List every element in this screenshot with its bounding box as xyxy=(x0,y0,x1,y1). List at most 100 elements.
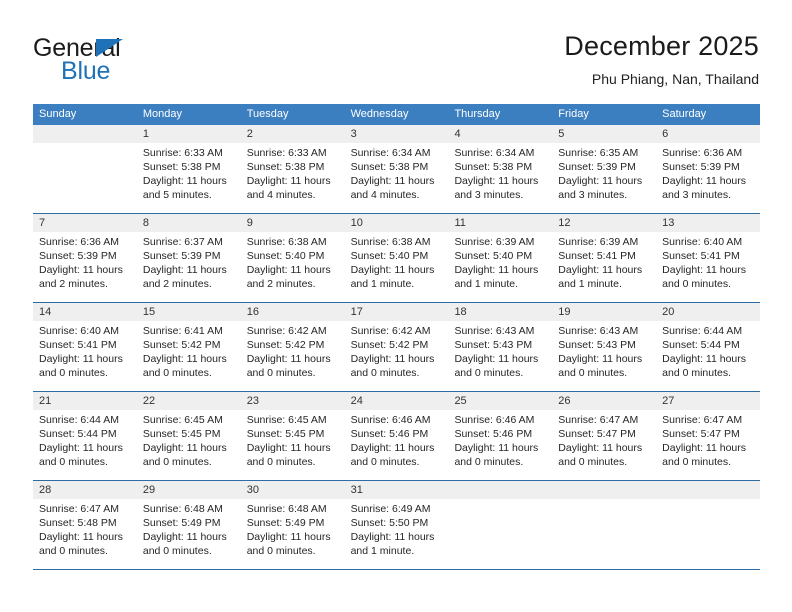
daylight-text-line1: Daylight: 11 hours xyxy=(350,442,435,454)
day-cell: Sunrise: 6:36 AM Sunset: 5:39 PM Dayligh… xyxy=(33,232,137,302)
daylight-text-line1: Daylight: 11 hours xyxy=(558,175,643,187)
day-cell: Sunrise: 6:43 AM Sunset: 5:43 PM Dayligh… xyxy=(552,321,656,391)
sunrise-text: Sunrise: 6:38 AM xyxy=(350,236,431,248)
day-cell: Sunrise: 6:42 AM Sunset: 5:42 PM Dayligh… xyxy=(241,321,345,391)
day-cell: Sunrise: 6:38 AM Sunset: 5:40 PM Dayligh… xyxy=(241,232,345,302)
weekday-header-monday: Monday xyxy=(142,108,182,120)
day-cell: Sunrise: 6:44 AM Sunset: 5:44 PM Dayligh… xyxy=(33,410,137,480)
sunset-text: Sunset: 5:39 PM xyxy=(662,161,740,173)
day-cell: Sunrise: 6:48 AM Sunset: 5:49 PM Dayligh… xyxy=(241,499,345,569)
sunset-text: Sunset: 5:45 PM xyxy=(142,428,221,440)
sunrise-text: Sunrise: 6:42 AM xyxy=(350,325,431,337)
daylight-text-line2: and 2 minutes. xyxy=(39,278,108,290)
daylight-text-line1: Daylight: 11 hours xyxy=(662,353,747,365)
week-detail-row: Sunrise: 6:33 AM Sunset: 5:38 PM Dayligh… xyxy=(33,143,760,213)
day-cell: Sunrise: 6:48 AM Sunset: 5:49 PM Dayligh… xyxy=(137,499,241,569)
day-number: 21 xyxy=(39,395,52,407)
sunset-text: Sunset: 5:44 PM xyxy=(662,339,740,351)
sunrise-text: Sunrise: 6:44 AM xyxy=(39,414,119,426)
daylight-text-line2: and 0 minutes. xyxy=(39,367,108,379)
daylight-text-line2: and 0 minutes. xyxy=(39,456,108,468)
day-number: 13 xyxy=(662,217,675,229)
day-number: 30 xyxy=(246,484,259,496)
day-cell: Sunrise: 6:43 AM Sunset: 5:43 PM Dayligh… xyxy=(448,321,552,391)
daylight-text-line1: Daylight: 11 hours xyxy=(39,264,123,276)
sunset-text: Sunset: 5:49 PM xyxy=(142,517,221,529)
sunrise-text: Sunrise: 6:33 AM xyxy=(142,147,223,159)
sunset-text: Sunset: 5:42 PM xyxy=(350,339,429,351)
daylight-text-line1: Daylight: 11 hours xyxy=(246,175,331,187)
week-detail-row: Sunrise: 6:44 AM Sunset: 5:44 PM Dayligh… xyxy=(33,410,760,480)
sunset-text: Sunset: 5:47 PM xyxy=(558,428,636,440)
daylight-text-line1: Daylight: 11 hours xyxy=(350,264,435,276)
daylight-text-line2: and 0 minutes. xyxy=(454,456,524,468)
sunset-text: Sunset: 5:38 PM xyxy=(454,161,533,173)
page-header: General Blue December 2025 Phu Phiang, N… xyxy=(0,0,792,104)
daylight-text-line1: Daylight: 11 hours xyxy=(142,264,227,276)
daylight-text-line2: and 0 minutes. xyxy=(246,545,316,557)
daylight-text-line1: Daylight: 11 hours xyxy=(662,175,747,187)
sunset-text: Sunset: 5:38 PM xyxy=(350,161,429,173)
sunrise-text: Sunrise: 6:43 AM xyxy=(454,325,535,337)
day-number: 5 xyxy=(558,128,565,140)
day-cell: Sunrise: 6:33 AM Sunset: 5:38 PM Dayligh… xyxy=(241,143,345,213)
day-cell: Sunrise: 6:37 AM Sunset: 5:39 PM Dayligh… xyxy=(137,232,241,302)
sunrise-text: Sunrise: 6:48 AM xyxy=(142,503,223,515)
daylight-text-line2: and 0 minutes. xyxy=(662,456,732,468)
weekday-header-sunday: Sunday xyxy=(39,108,77,120)
day-number xyxy=(33,125,137,143)
sunrise-text: Sunrise: 6:34 AM xyxy=(350,147,431,159)
calendar-week-row: 1 2 3 4 5 6 Sunrise: 6:33 AM Sunset: 5:3… xyxy=(33,125,760,214)
daylight-text-line2: and 0 minutes. xyxy=(142,367,212,379)
weekday-header-friday: Friday xyxy=(558,108,589,120)
day-cell: Sunrise: 6:46 AM Sunset: 5:46 PM Dayligh… xyxy=(448,410,552,480)
daylight-text-line2: and 4 minutes. xyxy=(350,189,420,201)
sunrise-text: Sunrise: 6:34 AM xyxy=(454,147,535,159)
day-cell: Sunrise: 6:49 AM Sunset: 5:50 PM Dayligh… xyxy=(345,499,449,569)
week-daynumber-band: 1 2 3 4 5 6 xyxy=(33,125,760,143)
week-detail-row: Sunrise: 6:36 AM Sunset: 5:39 PM Dayligh… xyxy=(33,232,760,302)
day-number: 6 xyxy=(662,128,669,140)
weekday-header-row: Sunday Monday Tuesday Wednesday Thursday… xyxy=(33,104,760,125)
day-cell: Sunrise: 6:41 AM Sunset: 5:42 PM Dayligh… xyxy=(137,321,241,391)
day-number: 17 xyxy=(350,306,363,318)
sunrise-text: Sunrise: 6:36 AM xyxy=(662,147,743,159)
sunset-text: Sunset: 5:48 PM xyxy=(39,517,117,529)
day-cell: Sunrise: 6:45 AM Sunset: 5:45 PM Dayligh… xyxy=(241,410,345,480)
sunset-text: Sunset: 5:44 PM xyxy=(39,428,117,440)
daylight-text-line1: Daylight: 11 hours xyxy=(454,264,539,276)
day-number: 20 xyxy=(662,306,675,318)
sunrise-text: Sunrise: 6:40 AM xyxy=(662,236,743,248)
sunset-text: Sunset: 5:41 PM xyxy=(662,250,740,262)
sunset-text: Sunset: 5:39 PM xyxy=(39,250,117,262)
day-number: 28 xyxy=(39,484,52,496)
location-subtitle: Phu Phiang, Nan, Thailand xyxy=(591,71,759,87)
daylight-text-line2: and 0 minutes. xyxy=(142,545,212,557)
sunset-text: Sunset: 5:43 PM xyxy=(454,339,533,351)
sunrise-text: Sunrise: 6:47 AM xyxy=(39,503,119,515)
sunset-text: Sunset: 5:39 PM xyxy=(142,250,221,262)
sunrise-text: Sunrise: 6:38 AM xyxy=(246,236,327,248)
day-cell: Sunrise: 6:44 AM Sunset: 5:44 PM Dayligh… xyxy=(656,321,760,391)
triangle-logo-icon xyxy=(96,39,123,57)
day-cell: Sunrise: 6:39 AM Sunset: 5:40 PM Dayligh… xyxy=(448,232,552,302)
daylight-text-line2: and 2 minutes. xyxy=(246,278,316,290)
daylight-text-line2: and 1 minute. xyxy=(454,278,519,290)
daylight-text-line2: and 0 minutes. xyxy=(558,367,628,379)
daylight-text-line1: Daylight: 11 hours xyxy=(39,353,123,365)
daylight-text-line2: and 2 minutes. xyxy=(142,278,212,290)
calendar-grid: Sunday Monday Tuesday Wednesday Thursday… xyxy=(33,104,760,570)
daylight-text-line1: Daylight: 11 hours xyxy=(142,353,227,365)
day-cell: Sunrise: 6:45 AM Sunset: 5:45 PM Dayligh… xyxy=(137,410,241,480)
day-number: 16 xyxy=(246,306,259,318)
sunrise-text: Sunrise: 6:46 AM xyxy=(454,414,535,426)
day-cell: Sunrise: 6:36 AM Sunset: 5:39 PM Dayligh… xyxy=(656,143,760,213)
weekday-header-saturday: Saturday xyxy=(662,108,707,120)
day-cell: Sunrise: 6:39 AM Sunset: 5:41 PM Dayligh… xyxy=(552,232,656,302)
daylight-text-line1: Daylight: 11 hours xyxy=(246,264,331,276)
sunset-text: Sunset: 5:38 PM xyxy=(246,161,325,173)
day-cell: Sunrise: 6:46 AM Sunset: 5:46 PM Dayligh… xyxy=(345,410,449,480)
day-number: 29 xyxy=(142,484,156,496)
daylight-text-line1: Daylight: 11 hours xyxy=(350,175,435,187)
day-number xyxy=(656,481,760,499)
